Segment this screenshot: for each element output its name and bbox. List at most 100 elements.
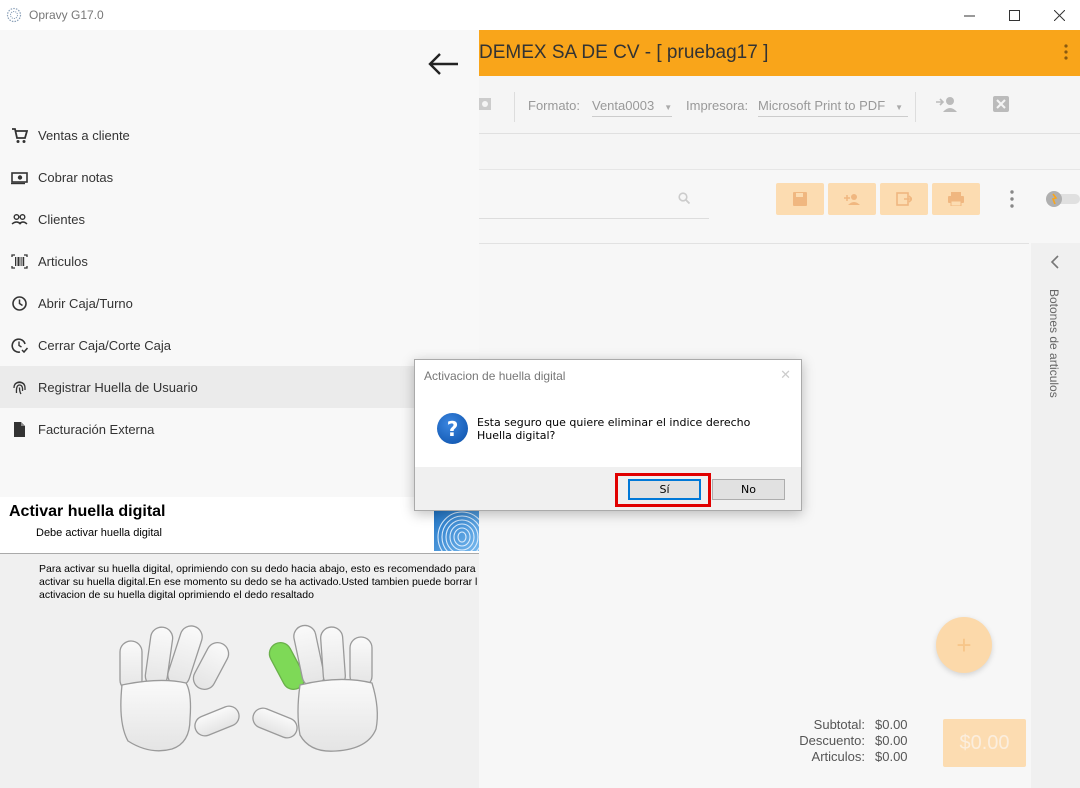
subtotal-label: Subtotal: — [813, 717, 865, 732]
descuento-label: Descuento: — [799, 733, 865, 748]
toolbar: Formato: Venta0003 ▼ Impresora: Microsoft… — [475, 76, 1080, 134]
clock-icon — [12, 296, 27, 311]
highlight-box — [615, 473, 711, 507]
menu-item-label: Facturación Externa — [38, 422, 155, 437]
add-fab-button[interactable]: + — [936, 617, 992, 673]
maximize-icon — [1008, 9, 1020, 21]
app-logo-icon — [6, 7, 22, 23]
add-client-button[interactable] — [828, 183, 876, 215]
subtotal-row: Subtotal: $0.00 — [789, 717, 925, 733]
left-palm[interactable] — [120, 679, 192, 752]
clock-check-icon — [11, 338, 28, 354]
chevron-left-icon[interactable] — [1050, 255, 1060, 269]
close-box-icon[interactable] — [993, 96, 1009, 112]
print-icon — [948, 192, 964, 206]
menu-item-cobrar[interactable]: Cobrar notas — [0, 156, 479, 198]
company-title: DEMEX SA DE CV - [ pruebag17 ] — [479, 42, 769, 63]
people-icon — [11, 214, 28, 225]
menu-item-registrar-huella[interactable]: Registrar Huella de Usuario — [0, 366, 479, 408]
user-swap-icon[interactable] — [935, 96, 959, 112]
right-ring-finger[interactable] — [320, 626, 346, 688]
minimize-button[interactable] — [946, 0, 992, 30]
menu-item-facturacion[interactable]: Facturación Externa — [0, 408, 479, 450]
left-thumb[interactable] — [192, 703, 242, 739]
fingerprint-title: Activar huella digital — [9, 503, 166, 520]
impresora-select[interactable]: Microsoft Print to PDF ▼ — [758, 98, 908, 117]
title-bar: Opravy G17.0 — [0, 0, 1080, 30]
formato-select[interactable]: Venta0003 ▼ — [592, 98, 672, 117]
fingerprint-icon — [13, 381, 26, 395]
cash-icon — [11, 172, 28, 185]
impresora-value: Microsoft Print to PDF — [758, 98, 886, 113]
menu-item-label: Cerrar Caja/Corte Caja — [38, 338, 171, 353]
save-icon — [793, 192, 807, 206]
more-vert-icon[interactable] — [1010, 190, 1014, 208]
fingerprint-panel: Activar huella digital Debe activar huel… — [0, 497, 479, 788]
menu-item-label: Articulos — [38, 254, 88, 269]
dialog-message: Esta seguro que quiere eliminar el indic… — [477, 416, 751, 442]
maximize-button[interactable] — [991, 0, 1037, 30]
hands-diagram — [119, 624, 378, 752]
fingerprint-header: Activar huella digital Debe activar huel… — [0, 497, 479, 554]
dialog-body: ? Esta seguro que quiere eliminar el ind… — [415, 390, 801, 467]
articulos-label: Articulos: — [811, 749, 865, 764]
dialog-close-icon[interactable]: ✕ — [780, 367, 791, 383]
menu-item-articulos[interactable]: Articulos — [0, 240, 479, 282]
close-icon — [1053, 9, 1065, 21]
document-icon — [14, 422, 25, 437]
minimize-icon — [963, 15, 975, 16]
fingerprint-image — [434, 511, 479, 551]
cart-icon — [12, 128, 28, 143]
app-header: DEMEX SA DE CV - [ pruebag17 ] — [479, 30, 1080, 76]
back-arrow-icon[interactable] — [428, 52, 460, 76]
more-vert-icon[interactable] — [1064, 44, 1068, 60]
menu-item-label: Ventas a cliente — [38, 128, 130, 143]
right-palm[interactable] — [297, 678, 378, 752]
navigation-drawer: Ventas a cliente Cobrar notas Clientes A… — [0, 30, 479, 497]
articulos-row: Articulos: $0.00 — [789, 749, 925, 765]
articulos-value: $0.00 — [875, 749, 908, 764]
toggle-switch[interactable] — [1044, 189, 1080, 209]
app-window: Opravy G17.0 DEMEX SA DE CV - [ pruebag1… — [0, 0, 1080, 788]
total-button[interactable]: $0.00 — [943, 719, 1026, 767]
formato-label: Formato: — [528, 98, 581, 113]
confirm-dialog: Activacion de huella digital ✕ ? Esta se… — [414, 359, 802, 511]
save-button[interactable] — [776, 183, 824, 215]
drawer-menu: Ventas a cliente Cobrar notas Clientes A… — [0, 114, 479, 450]
fingerprint-description: Para activar su huella digital, oprimien… — [39, 563, 478, 601]
subtotal-value: $0.00 — [875, 717, 908, 732]
divider — [479, 243, 1029, 244]
article-buttons-panel[interactable]: Botones de articulos — [1031, 243, 1080, 788]
export-button[interactable] — [880, 183, 928, 215]
article-buttons-label: Botones de articulos — [1047, 289, 1061, 398]
dialog-title: Activacion de huella digital — [424, 369, 566, 383]
no-button[interactable]: No — [712, 479, 785, 500]
add-person-icon — [844, 194, 860, 205]
barcode-icon — [11, 254, 28, 269]
close-window-button[interactable] — [1036, 0, 1080, 30]
menu-item-cerrar-caja[interactable]: Cerrar Caja/Corte Caja — [0, 324, 479, 366]
menu-item-ventas[interactable]: Ventas a cliente — [0, 114, 479, 156]
chevron-down-icon: ▼ — [895, 103, 904, 112]
window-title: Opravy G17.0 — [29, 8, 104, 22]
menu-item-label: Cobrar notas — [38, 170, 114, 185]
menu-item-clientes[interactable]: Clientes — [0, 198, 479, 240]
print-button[interactable] — [932, 183, 980, 215]
search-icon[interactable] — [678, 192, 690, 204]
fingerprint-subtitle: Debe activar huella digital — [36, 527, 162, 539]
descuento-value: $0.00 — [875, 733, 908, 748]
impresora-label: Impresora: — [686, 98, 749, 113]
plus-icon: + — [956, 629, 972, 660]
descuento-row: Descuento: $0.00 — [789, 733, 925, 749]
chevron-down-icon: ▼ — [664, 103, 673, 112]
formato-value: Venta0003 — [592, 98, 655, 113]
search-input[interactable] — [479, 218, 709, 219]
menu-item-label: Clientes — [38, 212, 85, 227]
question-icon: ? — [437, 413, 468, 444]
right-thumb[interactable] — [250, 705, 300, 741]
menu-item-label: Registrar Huella de Usuario — [38, 380, 198, 395]
toolbar-divider — [514, 92, 515, 122]
dialog-footer: Sí No — [415, 467, 801, 510]
menu-item-abrir-caja[interactable]: Abrir Caja/Turno — [0, 282, 479, 324]
fingerprint-icon — [437, 511, 479, 551]
